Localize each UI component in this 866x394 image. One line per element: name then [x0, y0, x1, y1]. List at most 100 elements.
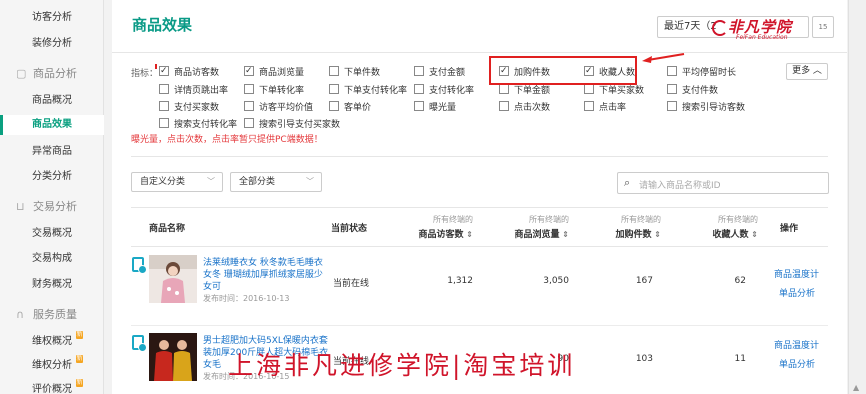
thermometer-link[interactable]: 商品温度计: [774, 267, 819, 280]
checkbox[interactable]: [667, 84, 677, 94]
sidebar-item-review-overview[interactable]: 评价概况 新: [0, 379, 104, 394]
metric-label: 商品访客数: [174, 68, 220, 78]
metric-detail-bounce[interactable]: 详情页跳出率: [159, 84, 228, 98]
metric-order-buyers[interactable]: 下单买家数: [584, 84, 644, 98]
checkbox[interactable]: [414, 66, 424, 76]
sort-icon[interactable]: ⇕: [749, 230, 758, 239]
sidebar-item-rights-overview[interactable]: 维权概况 新: [0, 331, 104, 352]
checkbox[interactable]: [329, 101, 339, 111]
single-analysis-link[interactable]: 单品分析: [779, 286, 815, 299]
sidebar-item-decoration-analysis[interactable]: 装修分析: [0, 34, 104, 54]
new-badge: 新: [76, 379, 83, 387]
single-analysis-link[interactable]: 单品分析: [779, 357, 815, 370]
column-views[interactable]: 所有终端的 商品浏览量 ⇕: [489, 214, 569, 240]
thermometer-link[interactable]: 商品温度计: [774, 338, 819, 351]
product-search-input[interactable]: ⌕ 请输入商品名称或ID: [617, 172, 829, 194]
metric-order-amount[interactable]: 下单金额: [499, 84, 550, 98]
column-sublabel: 所有终端的: [433, 215, 473, 224]
mobile-icon: [132, 257, 147, 274]
sidebar-item-trade-overview[interactable]: 交易概况: [0, 224, 104, 244]
more-metrics-button[interactable]: 更多 ︿: [786, 63, 828, 80]
sidebar-item-trade-composition[interactable]: 交易构成: [0, 249, 104, 269]
cart-icon: ⊔: [16, 200, 25, 213]
metric-unit-price[interactable]: 客单价: [329, 101, 371, 115]
sidebar-item-visitor-analysis[interactable]: 访客分析: [0, 8, 104, 28]
checkbox[interactable]: [584, 84, 594, 94]
metric-pay-items[interactable]: 支付件数: [667, 84, 718, 98]
checkbox-checked[interactable]: [159, 64, 169, 78]
metric-label: 搜索支付转化率: [174, 120, 238, 130]
column-cart[interactable]: 所有终端的 加购件数 ⇕: [581, 214, 661, 240]
metric-order-conversion[interactable]: 下单转化率: [244, 84, 304, 98]
sidebar-group-product-analysis: ▢ 商品分析: [16, 64, 77, 84]
checkbox-checked[interactable]: [244, 64, 254, 78]
all-category-dropdown[interactable]: 全部分类 ﹀: [230, 172, 322, 192]
scrollbar[interactable]: ▲: [848, 0, 866, 394]
chevron-down-icon: ﹀: [207, 177, 215, 186]
metric-avg-stay[interactable]: 平均停留时长: [667, 66, 736, 80]
metric-pay-buyers[interactable]: 支付买家数: [159, 101, 219, 115]
metric-product-visitors[interactable]: 商品访客数: [159, 64, 220, 80]
metric-pay-conversion[interactable]: 支付转化率: [414, 84, 474, 98]
checkbox[interactable]: [584, 101, 594, 111]
metric-label: 搜索引导支付买家数: [259, 120, 341, 130]
checkbox[interactable]: [499, 101, 509, 111]
product-thumbnail[interactable]: [149, 255, 197, 303]
sort-icon[interactable]: ⇕: [464, 230, 473, 239]
table-row: 法莱绒睡衣女 秋冬款毛毛睡衣女冬 珊瑚绒加厚抓绒家居服少女可 发布时间：2016…: [131, 248, 828, 326]
sidebar: 访客分析 装修分析 ▢ 商品分析 商品概况 商品效果 异常商品 分类分析 ⊔ 交易分…: [0, 0, 104, 394]
column-visitors[interactable]: 所有终端的 商品访客数 ⇕: [393, 214, 473, 240]
metric-search-visitors[interactable]: 搜索引导访客数: [667, 101, 745, 115]
checkbox[interactable]: [667, 101, 677, 111]
sidebar-item-category-analysis[interactable]: 分类分析: [0, 167, 104, 187]
chevron-down-icon: ﹀: [306, 177, 314, 186]
checkbox[interactable]: [414, 84, 424, 94]
product-name-link[interactable]: 法莱绒睡衣女 秋冬款毛毛睡衣女冬 珊瑚绒加厚抓绒家居服少女可: [203, 257, 331, 293]
metric-clicks[interactable]: 点击次数: [499, 101, 550, 115]
sort-icon[interactable]: ⇕: [560, 230, 569, 239]
checkbox[interactable]: [159, 84, 169, 94]
column-favorites[interactable]: 所有终端的 收藏人数 ⇕: [678, 214, 758, 240]
annotation-arrow-icon: [642, 53, 685, 63]
metric-click-rate[interactable]: 点击率: [584, 101, 626, 115]
metric-pay-amount[interactable]: 支付金额: [414, 66, 465, 80]
metric-label: 下单转化率: [259, 86, 305, 96]
product-thumbnail[interactable]: [149, 333, 197, 381]
sidebar-item-finance-overview[interactable]: 财务概况: [0, 275, 104, 295]
pc-only-hint: 曝光量，点击次数，点击率暂只提供PC端数据！: [131, 135, 323, 145]
checkbox[interactable]: [329, 84, 339, 94]
checkbox[interactable]: [414, 101, 424, 111]
sidebar-group-label: 服务质量: [33, 308, 77, 321]
sidebar-item-product-effect[interactable]: 商品效果: [0, 115, 104, 135]
metric-product-views[interactable]: 商品浏览量: [244, 64, 305, 80]
column-label: 收藏人数: [712, 230, 749, 240]
sort-icon[interactable]: ⇕: [652, 230, 661, 239]
checkbox[interactable]: [667, 66, 677, 76]
checkbox[interactable]: [244, 84, 254, 94]
checkbox[interactable]: [244, 101, 254, 111]
sidebar-item-abnormal-products[interactable]: 异常商品: [0, 142, 104, 162]
dropdown-label: 自定义分类: [140, 177, 186, 187]
calendar-icon[interactable]: 15: [812, 16, 834, 38]
custom-category-dropdown[interactable]: 自定义分类 ﹀: [131, 172, 223, 192]
metric-search-pay-conversion[interactable]: 搜索支付转化率: [159, 118, 237, 132]
metric-search-pay-buyers[interactable]: 搜索引导支付买家数: [244, 118, 340, 132]
checkbox[interactable]: [159, 101, 169, 111]
checkbox[interactable]: [244, 118, 254, 128]
checkbox[interactable]: [329, 66, 339, 76]
new-badge: 新: [76, 331, 83, 339]
mobile-icon: [132, 335, 147, 352]
metric-label: 商品浏览量: [259, 68, 305, 78]
sidebar-item-product-overview[interactable]: 商品概况: [0, 91, 104, 111]
metric-order-items[interactable]: 下单件数: [329, 66, 380, 80]
sidebar-item-rights-analysis[interactable]: 维权分析 新: [0, 355, 104, 376]
checkbox[interactable]: [499, 84, 509, 94]
metric-order-pay-conversion[interactable]: 下单支付转化率: [329, 84, 407, 98]
metric-label: 支付件数: [682, 86, 719, 96]
scroll-down-icon[interactable]: ▲: [853, 383, 859, 392]
table-header: 商品名称 当前状态 所有终端的 商品访客数 ⇕ 所有终端的 商品浏览量 ⇕ 所有终端…: [131, 207, 828, 247]
checkbox[interactable]: [159, 118, 169, 128]
metric-exposure[interactable]: 曝光量: [414, 101, 456, 115]
metric-visitor-value[interactable]: 访客平均价值: [244, 101, 313, 115]
divider: [112, 52, 847, 53]
